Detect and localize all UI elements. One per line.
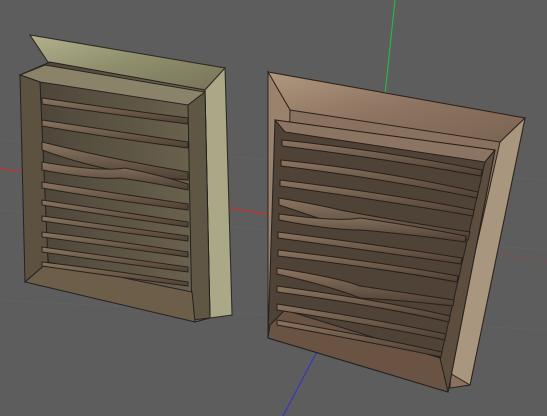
3d-viewport[interactable] — [0, 0, 547, 416]
scene-canvas[interactable] — [0, 0, 547, 416]
louvered-vent-left[interactable] — [18, 34, 233, 323]
louvered-vent-right[interactable] — [267, 70, 527, 393]
